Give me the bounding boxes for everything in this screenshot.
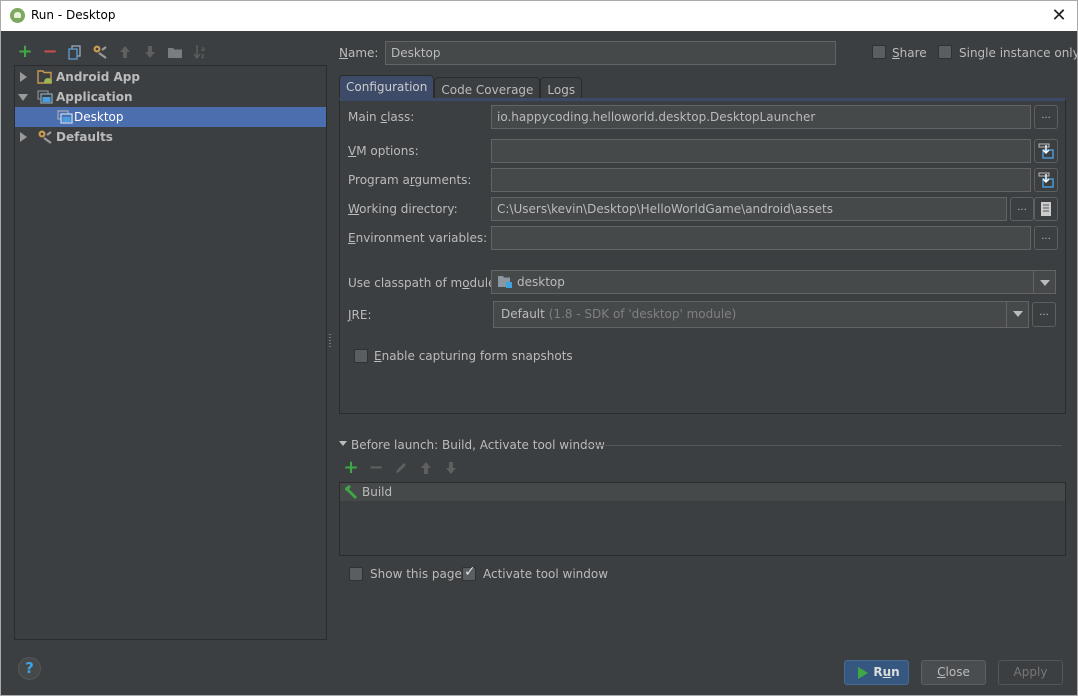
working-directory-input[interactable]: C:\Users\kevin\Desktop\HelloWorldGame\an… bbox=[491, 197, 1007, 221]
show-this-page-checkbox[interactable] bbox=[349, 567, 363, 581]
vm-options-input[interactable] bbox=[491, 139, 1031, 163]
program-arguments-input[interactable] bbox=[491, 168, 1031, 192]
application-icon bbox=[37, 90, 53, 104]
run-button[interactable]: Run bbox=[844, 660, 909, 685]
wrench-icon bbox=[37, 129, 53, 144]
tree-item-android-app[interactable]: Android App bbox=[15, 67, 326, 87]
separator bbox=[585, 445, 1062, 446]
svg-text:z: z bbox=[201, 53, 205, 60]
android-app-icon bbox=[37, 70, 53, 84]
classpath-module-label: Use classpath of module: bbox=[348, 276, 500, 290]
tree-item-label: Desktop bbox=[74, 110, 124, 124]
jre-dropdown[interactable]: Default (1.8 - SDK of 'desktop' module) bbox=[493, 301, 1029, 328]
tree-item-label: Application bbox=[56, 90, 133, 104]
vm-options-expand-button[interactable] bbox=[1034, 139, 1058, 163]
document-icon bbox=[1041, 202, 1051, 216]
working-directory-macro-button[interactable] bbox=[1034, 197, 1058, 221]
play-icon bbox=[858, 667, 868, 679]
tree-item-application[interactable]: Application bbox=[15, 87, 326, 107]
name-label: Name: bbox=[339, 46, 379, 60]
environment-variables-browse-button[interactable]: ... bbox=[1034, 226, 1058, 250]
svg-text:a: a bbox=[201, 46, 205, 53]
window-title: Run - Desktop bbox=[31, 8, 116, 22]
remove-icon[interactable]: − bbox=[42, 43, 58, 61]
vm-options-label: VM options: bbox=[348, 144, 419, 158]
configurations-toolbar: + − az bbox=[17, 43, 208, 61]
jre-browse-button[interactable]: ... bbox=[1032, 302, 1056, 327]
tab-bar: Configuration Code Coverage Logs bbox=[339, 75, 583, 101]
environment-variables-label: Environment variables: bbox=[348, 231, 488, 245]
close-window-button[interactable]: ✕ bbox=[1049, 6, 1069, 26]
show-this-page-label: Show this page bbox=[370, 567, 462, 581]
task-row-build[interactable]: Build bbox=[340, 483, 1065, 501]
close-button[interactable]: Close bbox=[921, 660, 986, 685]
help-button[interactable]: ? bbox=[18, 657, 41, 680]
classpath-module-dropdown[interactable]: desktop bbox=[491, 270, 1056, 294]
before-launch-header[interactable]: Before launch: Build, Activate tool wind… bbox=[339, 438, 1062, 452]
working-directory-browse-button[interactable]: ... bbox=[1010, 197, 1034, 221]
add-task-icon[interactable]: + bbox=[343, 459, 359, 477]
tree-item-defaults[interactable]: Defaults bbox=[15, 127, 326, 147]
program-arguments-expand-button[interactable] bbox=[1034, 168, 1058, 192]
main-class-input[interactable]: io.happycoding.helloworld.desktop.Deskto… bbox=[491, 105, 1031, 129]
configurations-tree: Android App Application Desktop Defaults bbox=[14, 65, 327, 640]
jre-value: Default bbox=[501, 307, 545, 321]
folder-icon[interactable] bbox=[167, 44, 183, 60]
add-icon[interactable]: + bbox=[17, 43, 33, 61]
run-configuration-dialog: Run - Desktop ✕ + − az Android App Appli… bbox=[0, 0, 1078, 696]
enable-snapshots-label: Enable capturing form snapshots bbox=[374, 349, 573, 363]
jre-hint: (1.8 - SDK of 'desktop' module) bbox=[548, 307, 737, 321]
environment-variables-input[interactable] bbox=[491, 226, 1031, 250]
before-launch-title: Before launch: Build, Activate tool wind… bbox=[351, 438, 605, 452]
jre-label: JRE: bbox=[348, 308, 372, 322]
application-icon bbox=[57, 110, 73, 124]
run-button-label: Run bbox=[873, 665, 900, 679]
sort-alphabetically-icon[interactable]: az bbox=[192, 44, 208, 60]
hammer-icon bbox=[345, 485, 357, 499]
move-down-icon[interactable] bbox=[142, 44, 158, 60]
collapse-arrow-icon[interactable] bbox=[339, 441, 347, 446]
tree-item-label: Android App bbox=[56, 70, 140, 84]
collapse-arrow-icon[interactable] bbox=[18, 94, 28, 101]
move-task-up-icon[interactable] bbox=[418, 460, 434, 476]
before-launch-toolbar: + − bbox=[343, 459, 459, 477]
tree-item-desktop[interactable]: Desktop bbox=[15, 107, 326, 127]
edit-defaults-icon[interactable] bbox=[92, 44, 108, 60]
module-folder-icon bbox=[498, 276, 512, 288]
single-instance-label: Single instance only bbox=[959, 46, 1078, 60]
expand-arrow-icon[interactable] bbox=[20, 132, 27, 142]
apply-button[interactable]: Apply bbox=[998, 660, 1063, 685]
classpath-module-value: desktop bbox=[517, 275, 565, 289]
remove-task-icon[interactable]: − bbox=[368, 459, 384, 477]
activate-tool-window-label: Activate tool window bbox=[483, 567, 609, 581]
copy-icon[interactable] bbox=[67, 44, 83, 60]
main-class-browse-button[interactable]: ... bbox=[1034, 105, 1058, 129]
tree-item-label: Defaults bbox=[56, 130, 113, 144]
activate-tool-window-checkbox[interactable] bbox=[462, 564, 476, 581]
share-label: Share bbox=[892, 46, 927, 60]
title-bar: Run - Desktop ✕ bbox=[1, 1, 1077, 31]
task-label: Build bbox=[362, 485, 393, 499]
android-studio-icon bbox=[10, 8, 25, 23]
share-checkbox[interactable] bbox=[872, 45, 886, 59]
expand-field-icon bbox=[1038, 143, 1054, 159]
name-input[interactable]: Desktop bbox=[385, 41, 836, 65]
dropdown-arrow-icon[interactable] bbox=[1033, 271, 1055, 293]
before-launch-task-list: Build bbox=[339, 482, 1066, 556]
edit-task-icon[interactable] bbox=[393, 460, 409, 476]
main-class-label: Main class: bbox=[348, 110, 415, 124]
expand-arrow-icon[interactable] bbox=[20, 72, 27, 82]
enable-snapshots-checkbox[interactable] bbox=[354, 349, 368, 363]
tab-configuration[interactable]: Configuration bbox=[339, 75, 435, 99]
single-instance-checkbox[interactable] bbox=[938, 45, 952, 59]
expand-field-icon bbox=[1038, 172, 1054, 188]
working-directory-label: Working directory: bbox=[348, 202, 458, 216]
move-up-icon[interactable] bbox=[117, 44, 133, 60]
splitter-handle[interactable] bbox=[328, 333, 332, 347]
program-arguments-label: Program arguments: bbox=[348, 173, 472, 187]
dropdown-arrow-icon[interactable] bbox=[1006, 302, 1028, 327]
move-task-down-icon[interactable] bbox=[443, 460, 459, 476]
